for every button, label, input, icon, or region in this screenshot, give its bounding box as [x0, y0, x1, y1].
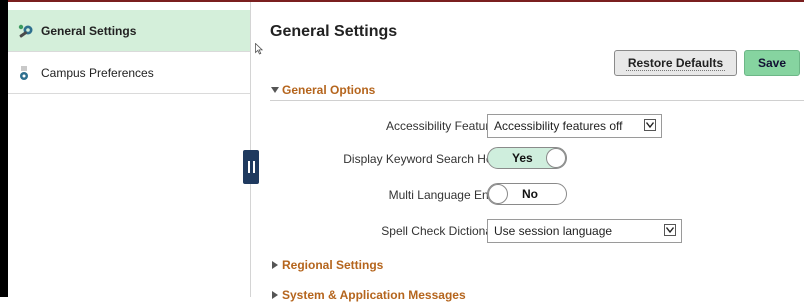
page-title: General Settings: [270, 23, 398, 40]
sidebar: General Settings Campus Preferences: [8, 2, 251, 297]
caret-down-icon: [270, 85, 280, 95]
toggle-value: Yes: [512, 151, 533, 165]
section-label: System & Application Messages: [282, 288, 466, 302]
toggle-value: No: [522, 187, 538, 201]
chevron-down-icon: [664, 224, 676, 236]
spell-check-dictionary-label: Spell Check Dictionary: [381, 224, 502, 238]
caret-right-icon: [270, 260, 280, 270]
section-regional-settings[interactable]: Regional Settings: [270, 258, 383, 272]
accessibility-features-select[interactable]: Accessibility features off: [487, 114, 662, 138]
section-label: Regional Settings: [282, 258, 384, 272]
select-value: Accessibility features off: [494, 119, 623, 133]
gear-small-icon: [16, 63, 36, 83]
restore-defaults-label: Restore Defaults: [625, 55, 726, 71]
sidebar-item-general-settings[interactable]: General Settings: [8, 10, 250, 52]
wrench-gear-icon: [16, 21, 36, 41]
toggle-knob: [488, 184, 508, 204]
collapse-sidebar-handle[interactable]: [243, 150, 259, 184]
toggle-knob: [546, 148, 566, 168]
section-system-application-messages[interactable]: System & Application Messages: [270, 288, 466, 302]
main-content: General Settings Restore Defaults Save G…: [260, 2, 804, 302]
chevron-down-icon: [644, 119, 656, 131]
app-frame: General Settings Campus Preferences Gene…: [0, 0, 804, 302]
sidebar-item-label: Campus Preferences: [41, 65, 154, 80]
accessibility-features-label: Accessibility Features: [385, 119, 502, 133]
sidebar-item-campus-preferences[interactable]: Campus Preferences: [8, 52, 250, 94]
sidebar-item-label: General Settings: [41, 23, 137, 38]
keyword-search-help-toggle[interactable]: Yes: [487, 147, 567, 169]
save-button[interactable]: Save: [744, 50, 800, 76]
section-label: General Options: [282, 83, 376, 97]
section-general-options[interactable]: General Options: [270, 83, 375, 97]
spell-check-dictionary-select[interactable]: Use session language: [487, 219, 682, 243]
multi-language-entry-toggle[interactable]: No: [487, 183, 567, 205]
caret-right-icon: [270, 290, 280, 300]
select-value: Use session language: [494, 224, 613, 238]
left-edge: [0, 0, 8, 297]
keyword-search-help-label: Display Keyword Search Help: [343, 152, 502, 166]
restore-defaults-button[interactable]: Restore Defaults: [614, 50, 737, 76]
section-divider: [270, 100, 804, 101]
multi-language-entry-label: Multi Language Entry: [388, 188, 502, 202]
pause-icon: [247, 161, 250, 173]
